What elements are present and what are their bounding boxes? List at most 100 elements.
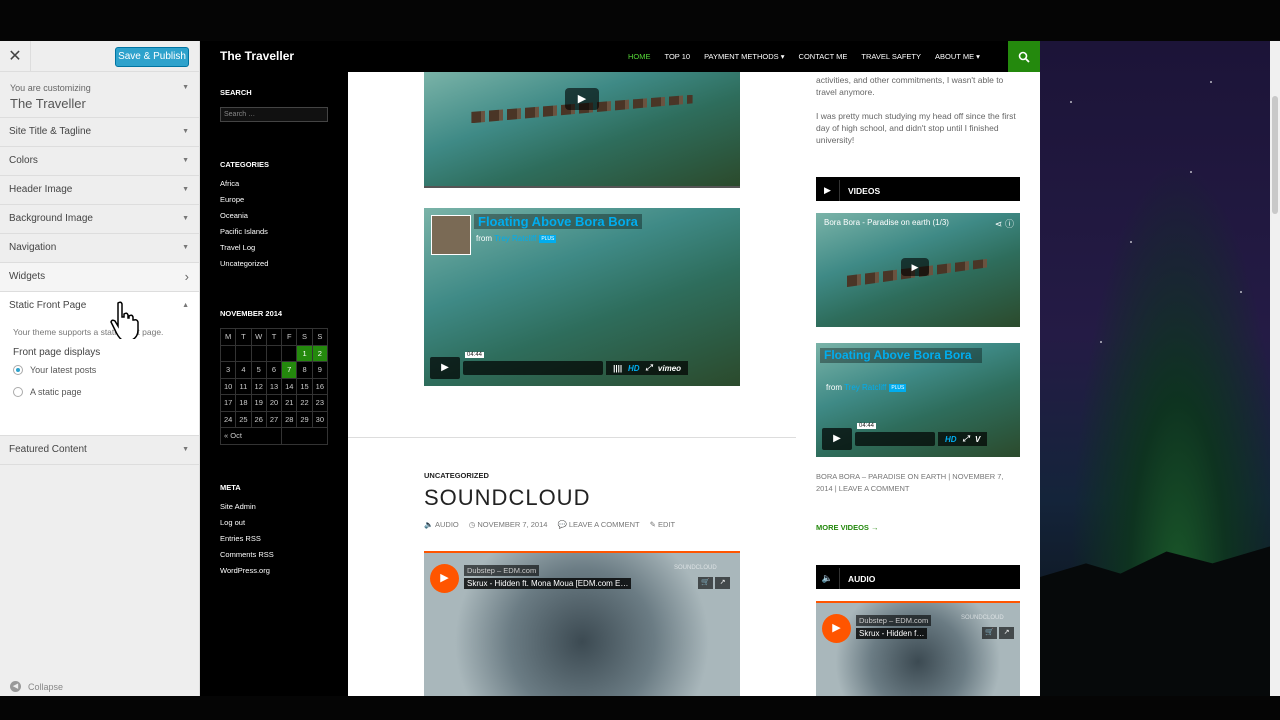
vimeo-title[interactable]: Floating Above Bora Bora bbox=[474, 214, 642, 229]
leave-comment-link[interactable]: 💬 LEAVE A COMMENT bbox=[557, 520, 639, 529]
vimeo-v-icon[interactable]: V bbox=[975, 435, 980, 444]
play-icon[interactable]: ▶ bbox=[565, 88, 599, 110]
static-front-description: Your theme supports a static front page. bbox=[13, 327, 164, 337]
vimeo-embed[interactable]: Floating Above Bora Bora from Trey Ratcl… bbox=[424, 208, 740, 386]
hd-toggle[interactable]: HD bbox=[945, 435, 957, 444]
more-videos-link[interactable]: MORE VIDEOS → bbox=[816, 523, 879, 532]
category-link[interactable]: Uncategorized bbox=[220, 259, 330, 268]
soundcloud-track[interactable]: Skrux - Hidden f… bbox=[856, 628, 928, 639]
section-label: Featured Content bbox=[9, 444, 87, 455]
soundcloud-logo[interactable]: SOUNDCLOUD bbox=[674, 565, 717, 571]
nav-travel-safety[interactable]: TRAVEL SAFETY bbox=[861, 52, 921, 61]
radio-latest-posts[interactable]: Your latest posts bbox=[13, 365, 186, 375]
nav-contact-me[interactable]: CONTACT ME bbox=[799, 52, 848, 61]
page-scrollbar[interactable] bbox=[1270, 41, 1280, 696]
triangle-up-icon: ▲ bbox=[182, 302, 189, 309]
mountain-silhouette bbox=[1040, 546, 1270, 696]
play-icon[interactable]: ▶ bbox=[822, 614, 851, 643]
nav-payment-methods[interactable]: PAYMENT METHODS ▾ bbox=[704, 52, 784, 61]
save-publish-button[interactable]: Save & Publish bbox=[115, 47, 189, 67]
meta-link[interactable]: WordPress.org bbox=[220, 566, 330, 575]
calendar-prev-link[interactable]: « Oct bbox=[219, 427, 283, 445]
section-background-image[interactable]: Background Image ▼ bbox=[0, 205, 199, 234]
youtube-embed[interactable]: Bora Bora - Paradise on earth (1/3) ⋖ ⓘ … bbox=[816, 213, 1020, 327]
soundcloud-user[interactable]: Dubstep – EDM.com bbox=[464, 565, 540, 576]
customizer-info[interactable]: You are customizing The Traveller ▼ bbox=[0, 72, 199, 118]
nav-about-me[interactable]: ABOUT ME ▾ bbox=[935, 52, 980, 61]
post-title[interactable]: SOUNDCLOUD bbox=[424, 485, 590, 511]
calendar-cell: 8 bbox=[296, 361, 313, 379]
share-icon[interactable]: ↗ bbox=[715, 577, 730, 589]
search-icon[interactable] bbox=[1008, 41, 1040, 72]
post-category[interactable]: UNCATEGORIZED bbox=[424, 471, 489, 480]
section-navigation[interactable]: Navigation ▼ bbox=[0, 234, 199, 263]
edit-link[interactable]: ✎ EDIT bbox=[650, 520, 675, 529]
share-icon[interactable]: ↗ bbox=[999, 627, 1014, 639]
collapse-icon: ◀ bbox=[10, 681, 21, 692]
play-icon[interactable]: ▶ bbox=[822, 428, 852, 450]
section-site-title[interactable]: Site Title & Tagline ▼ bbox=[0, 118, 199, 147]
calendar-cell-linked[interactable]: 1 bbox=[296, 344, 313, 362]
cart-icon[interactable]: 🛒 bbox=[698, 577, 713, 589]
calendar-cell-linked[interactable]: 2 bbox=[311, 344, 329, 362]
close-icon[interactable]: ✕ bbox=[0, 41, 31, 72]
section-static-front-page[interactable]: Static Front Page ▲ bbox=[0, 292, 199, 321]
soundcloud-embed-small[interactable]: ▶ Dubstep – EDM.com Skrux - Hidden f… SO… bbox=[816, 601, 1020, 696]
nav-top-10[interactable]: TOP 10 bbox=[665, 52, 691, 61]
meta-link[interactable]: Log out bbox=[220, 518, 330, 527]
meta-link[interactable]: Site Admin bbox=[220, 502, 330, 511]
category-link[interactable]: Pacific Islands bbox=[220, 227, 330, 236]
calendar-cell: 3 bbox=[219, 361, 237, 379]
vimeo-author-link[interactable]: Trey Ratcliff bbox=[844, 383, 886, 392]
cart-icon[interactable]: 🛒 bbox=[982, 627, 997, 639]
post-format-audio[interactable]: 🔈 AUDIO bbox=[424, 520, 459, 529]
avatar[interactable] bbox=[431, 215, 471, 255]
category-link[interactable]: Travel Log bbox=[220, 243, 330, 252]
volume-icon[interactable]: |||| bbox=[613, 364, 622, 373]
collapse-button[interactable]: ◀ Collapse bbox=[10, 681, 63, 692]
play-icon[interactable]: ▶ bbox=[430, 564, 459, 593]
meta-link[interactable]: Entries RSS bbox=[220, 534, 330, 543]
section-header-image[interactable]: Header Image ▼ bbox=[0, 176, 199, 205]
video-embed-1[interactable]: ▶ bbox=[424, 72, 740, 188]
youtube-title[interactable]: Bora Bora - Paradise on earth (1/3) bbox=[824, 218, 949, 227]
play-icon[interactable]: ▶ bbox=[901, 258, 929, 276]
fullscreen-icon[interactable]: ⤢ bbox=[963, 434, 969, 444]
vimeo-logo[interactable]: vimeo bbox=[658, 364, 681, 373]
vimeo-embed-small[interactable]: Floating Above Bora Bora from Trey Ratcl… bbox=[816, 343, 1020, 457]
meta-link[interactable]: Comments RSS bbox=[220, 550, 330, 559]
radio-dot[interactable] bbox=[13, 387, 23, 397]
category-link[interactable]: Oceania bbox=[220, 211, 330, 220]
soundcloud-logo[interactable]: SOUNDCLOUD bbox=[961, 615, 1004, 621]
soundcloud-user[interactable]: Dubstep – EDM.com bbox=[856, 615, 932, 626]
category-link[interactable]: Europe bbox=[220, 195, 330, 204]
post-date[interactable]: ◷ NOVEMBER 7, 2014 bbox=[469, 520, 548, 529]
soundcloud-embed[interactable]: ▶ Dubstep – EDM.com Skrux - Hidden ft. M… bbox=[424, 551, 740, 696]
categories-widget: CATEGORIES Africa Europe Oceania Pacific… bbox=[220, 160, 330, 275]
soundcloud-track[interactable]: Skrux - Hidden ft. Mona Moua [EDM.com E… bbox=[464, 578, 632, 589]
nav-home[interactable]: HOME bbox=[628, 52, 651, 61]
calendar-cell-linked[interactable]: 7 bbox=[281, 361, 298, 379]
vimeo-byline: from Trey Ratcliff PLUS bbox=[476, 234, 557, 243]
video-caption[interactable]: BORA BORA – PARADISE ON EARTH | NOVEMBER… bbox=[816, 471, 1020, 495]
category-link[interactable]: Africa bbox=[220, 179, 330, 188]
calendar-cell: 16 bbox=[311, 377, 329, 395]
radio-static-page[interactable]: A static page bbox=[13, 387, 186, 397]
scrollbar-thumb[interactable] bbox=[1272, 96, 1278, 214]
vimeo-title[interactable]: Floating Above Bora Bora bbox=[820, 348, 982, 363]
hd-toggle[interactable]: HD bbox=[628, 364, 640, 373]
share-icon[interactable]: ⋖ bbox=[995, 219, 1003, 229]
radio-dot-checked[interactable] bbox=[13, 365, 23, 375]
fullscreen-icon[interactable]: ⤢ bbox=[646, 363, 652, 373]
section-colors[interactable]: Colors ▼ bbox=[0, 147, 199, 176]
search-input[interactable]: Search … bbox=[220, 107, 328, 122]
section-widgets[interactable]: Widgets › bbox=[0, 263, 199, 292]
info-icon[interactable]: ⓘ bbox=[1005, 219, 1014, 229]
progress-track[interactable]: 04:44 bbox=[463, 352, 603, 375]
site-title[interactable]: The Traveller bbox=[220, 49, 294, 63]
background-image bbox=[1040, 41, 1270, 696]
progress-track[interactable]: 04:44 bbox=[855, 423, 935, 446]
play-icon[interactable]: ▶ bbox=[430, 357, 460, 379]
vimeo-author-link[interactable]: Trey Ratcliff bbox=[494, 234, 536, 243]
section-featured-content[interactable]: Featured Content ▼ bbox=[0, 436, 199, 465]
